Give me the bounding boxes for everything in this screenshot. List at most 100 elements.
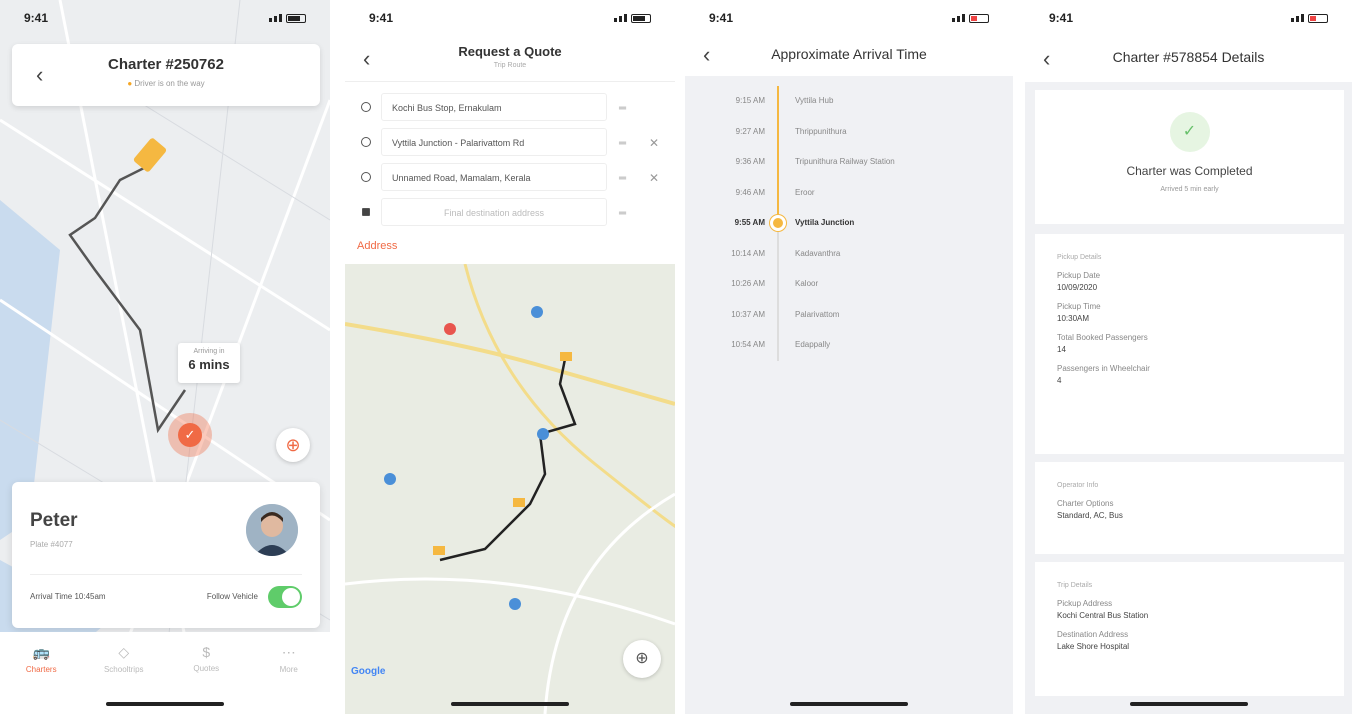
tab-0[interactable]: 🚌 Charters bbox=[0, 632, 83, 714]
stop-marker-icon bbox=[361, 102, 371, 112]
completed-subtitle: Arrived 5 min early bbox=[1160, 186, 1219, 193]
stop-time: 9:55 AM bbox=[734, 218, 765, 227]
tab-3[interactable]: ⋯ More bbox=[248, 632, 331, 714]
drag-handle-icon[interactable]: ═ bbox=[619, 208, 626, 219]
battery-icon bbox=[1308, 13, 1328, 23]
quote-screen: 9:41 ‹ Request a Quote Trip Route Kochi … bbox=[345, 0, 675, 714]
signal-icon bbox=[1291, 14, 1304, 22]
page-subtitle: Trip Route bbox=[493, 62, 527, 69]
driver-name: Peter bbox=[30, 510, 78, 531]
status-bar: 9:41 bbox=[1025, 0, 1352, 36]
route-stop: Final destination address ═ bbox=[345, 195, 675, 230]
stop-input[interactable]: Final destination address bbox=[381, 198, 607, 226]
stop-marker-icon bbox=[361, 172, 371, 182]
map-canvas bbox=[345, 263, 675, 714]
signal-icon bbox=[952, 14, 965, 22]
status-time: 9:41 bbox=[1049, 11, 1074, 25]
remove-stop-icon[interactable]: ✕ bbox=[649, 171, 659, 185]
stop-name: Tripunithura Railway Station bbox=[795, 157, 895, 166]
route-map[interactable] bbox=[345, 263, 675, 714]
status-bar: 9:41 bbox=[345, 0, 675, 36]
detail-field: Total Booked Passengers 14 bbox=[1057, 333, 1344, 354]
trip-details-card: Trip Details Pickup Address Kochi Central… bbox=[1035, 562, 1344, 696]
stop-time: 10:26 AM bbox=[731, 279, 765, 288]
home-indicator bbox=[451, 702, 569, 706]
stop-name: Edappally bbox=[795, 340, 831, 349]
status-bar: 9:41 bbox=[0, 0, 330, 36]
stop-name: Palarivattom bbox=[795, 309, 840, 319]
divider bbox=[30, 574, 302, 575]
drag-handle-icon[interactable]: ═ bbox=[619, 173, 626, 184]
quote-header: ‹ Request a Quote Trip Route bbox=[345, 36, 675, 82]
back-icon[interactable]: ‹ bbox=[36, 62, 43, 88]
charter-header-card: ‹ Charter #250762 Driver is on the way bbox=[12, 44, 320, 106]
stop-input[interactable]: Unnamed Road, Mamalam, Kerala bbox=[381, 163, 607, 191]
driver-avatar bbox=[246, 504, 298, 556]
timeline-stop: 9:27 AM Thrippunithura bbox=[685, 117, 1013, 148]
field-label: Charter Options bbox=[1057, 499, 1114, 508]
details-header: ‹ Charter #578854 Details bbox=[1025, 36, 1352, 82]
operator-info-card: Operator Info Charter Options Standard, A… bbox=[1035, 462, 1344, 554]
battery-icon bbox=[631, 13, 651, 23]
detail-field: Destination Address Lake Shore Hospital bbox=[1057, 630, 1344, 651]
home-indicator bbox=[790, 702, 908, 706]
charter-status: Driver is on the way bbox=[12, 79, 320, 88]
back-icon[interactable]: ‹ bbox=[703, 42, 710, 68]
tab-label: More bbox=[279, 665, 298, 674]
timeline-stop: 9:36 AM Tripunithura Railway Station bbox=[685, 147, 1013, 178]
status-bar: 9:41 bbox=[685, 0, 1013, 36]
stop-name: Kaloor bbox=[795, 279, 819, 288]
route-stop: Kochi Bus Stop, Ernakulam ═ bbox=[345, 90, 675, 125]
field-label: Passengers in Wheelchair bbox=[1057, 364, 1150, 373]
field-value: 14 bbox=[1057, 345, 1066, 354]
section-heading: Operator Info bbox=[1057, 482, 1099, 489]
tab-icon: 🚌 bbox=[32, 644, 50, 660]
stop-input[interactable]: Vyttila Junction - Palarivattom Rd bbox=[381, 128, 607, 156]
eta-value: 6 mins bbox=[188, 357, 230, 372]
stops-timeline: 9:15 AM Vyttila Hub 9:27 AM Thrippunithura 9… bbox=[685, 86, 1013, 361]
field-label: Destination Address bbox=[1057, 630, 1129, 639]
field-label: Pickup Date bbox=[1057, 271, 1101, 280]
driver-plate: Plate #4077 bbox=[30, 540, 73, 549]
stop-time: 9:36 AM bbox=[735, 157, 765, 166]
drag-handle-icon[interactable]: ═ bbox=[619, 138, 626, 149]
recenter-button[interactable]: ⊕ bbox=[623, 640, 661, 678]
follow-vehicle-toggle[interactable] bbox=[268, 586, 302, 608]
back-icon[interactable]: ‹ bbox=[1043, 46, 1050, 72]
section-heading: Pickup Details bbox=[1057, 254, 1102, 261]
tab-icon: ◇ bbox=[118, 644, 130, 660]
timeline-stop: 10:14 AM Kadavanthra bbox=[685, 239, 1013, 270]
remove-stop-icon[interactable]: ✕ bbox=[649, 136, 659, 150]
check-icon: ✓ bbox=[178, 423, 202, 447]
tab-label: Quotes bbox=[193, 664, 220, 673]
completed-card: ✓ Charter was Completed Arrived 5 min ea… bbox=[1035, 90, 1344, 224]
stop-time: 9:46 AM bbox=[735, 187, 765, 197]
locate-button[interactable]: ⊕ bbox=[276, 428, 310, 462]
back-icon[interactable]: ‹ bbox=[363, 46, 370, 72]
stop-time: 9:15 AM bbox=[735, 96, 765, 105]
stop-name: Vyttila Hub bbox=[795, 96, 834, 105]
tab-icon: ⋯ bbox=[281, 644, 296, 660]
pickup-pin: ✓ bbox=[168, 413, 212, 457]
route-stops: Kochi Bus Stop, Ernakulam ═ Vyttila Juncti… bbox=[345, 90, 675, 230]
arrival-time: Arrival Time 10:45am bbox=[30, 592, 106, 601]
status-time: 9:41 bbox=[709, 11, 734, 25]
route-stop: Vyttila Junction - Palarivattom Rd ═ ✕ bbox=[345, 125, 675, 160]
field-value: Lake Shore Hospital bbox=[1057, 642, 1130, 651]
signal-icon bbox=[614, 14, 627, 22]
stop-time: 10:37 AM bbox=[731, 309, 765, 319]
field-value: Kochi Central Bus Station bbox=[1057, 611, 1149, 620]
drag-handle-icon[interactable]: ═ bbox=[619, 103, 626, 114]
stop-name: Vyttila Junction bbox=[795, 218, 855, 227]
stop-input[interactable]: Kochi Bus Stop, Ernakulam bbox=[381, 93, 607, 121]
crosshair-icon: ⊕ bbox=[285, 435, 301, 455]
arrival-time-screen: 9:41 ‹ Approximate Arrival Time 9:15 AM V… bbox=[685, 0, 1013, 714]
field-label: Pickup Address bbox=[1057, 599, 1113, 608]
home-indicator bbox=[1129, 702, 1248, 706]
stop-time: 10:14 AM bbox=[731, 248, 765, 258]
tab-label: Schooltrips bbox=[103, 665, 144, 674]
timeline-stop: 10:26 AM Kaloor bbox=[685, 269, 1013, 300]
route-stop: Unnamed Road, Mamalam, Kerala ═ ✕ bbox=[345, 160, 675, 195]
charter-details-screen: 9:41 ‹ Charter #578854 Details ✓ Charter… bbox=[1025, 0, 1352, 714]
page-title: Approximate Arrival Time bbox=[771, 46, 927, 62]
